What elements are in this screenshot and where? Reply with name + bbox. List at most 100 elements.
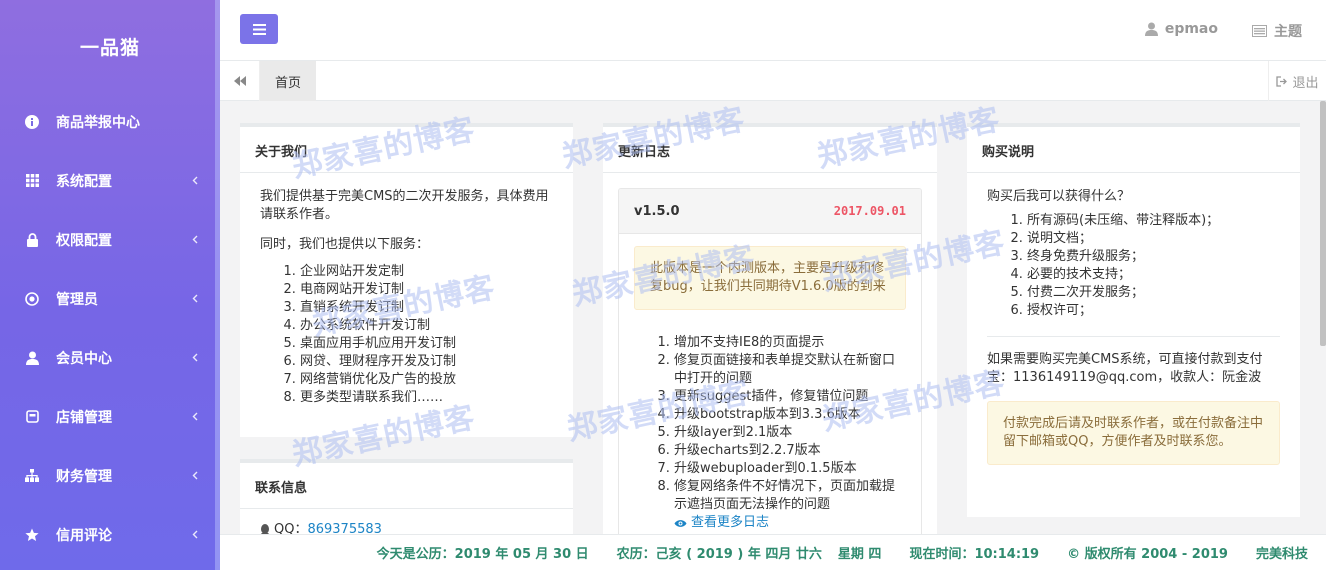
lock-icon xyxy=(25,232,39,247)
list-item: 授权许可； xyxy=(1027,302,1280,320)
hamburger-icon xyxy=(252,23,266,35)
menu-toggle-button[interactable] xyxy=(240,14,278,44)
list-item: 升级echarts到2.2.7版本 xyxy=(674,442,906,460)
more-changelog-label: 查看更多日志 xyxy=(691,515,770,530)
list-item: 必要的技术支持； xyxy=(1027,266,1280,284)
list-item: 所有源码(未压缩、带注释版本)； xyxy=(1027,212,1280,230)
username: epmao xyxy=(1164,21,1218,37)
sidebar-item-permission-config[interactable]: 权限配置 xyxy=(0,210,220,269)
about-intro: 我们提供基于完美CMS的二次开发服务，具体费用请联系作者。 xyxy=(260,189,549,222)
sitemap-icon xyxy=(25,469,39,483)
list-item: 网贷、理财程序开发及订制 xyxy=(300,353,553,371)
list-item: 网络营销优化及广告的投放 xyxy=(300,371,553,389)
sidebar-item-admin[interactable]: 管理员 xyxy=(0,269,220,328)
contact-panel: 联系信息 QQ： 869375583 xyxy=(240,459,573,534)
list-item: 电商网站开发订制 xyxy=(300,281,553,299)
about-panel: 关于我们 我们提供基于完美CMS的二次开发服务，具体费用请联系作者。 同时，我们… xyxy=(240,123,573,437)
purchase-panel: 购买说明 购买后我可以获得什么？ 所有源码(未压缩、带注释版本)； 说明文档； … xyxy=(967,123,1300,517)
qq-label: QQ： xyxy=(274,522,308,534)
sidebar-item-system-config[interactable]: 系统配置 xyxy=(0,151,220,210)
grid-icon xyxy=(25,174,39,188)
footer-copyright: © 版权所有 2004 - 2019 xyxy=(1067,547,1228,562)
qq-icon xyxy=(261,524,269,534)
list-item: 修复网络条件不好情况下，页面加载提示遮挡页面无法操作的问题 xyxy=(674,478,906,514)
footer-lunar-date: 农历：己亥 ( 2019 ) 年 四月 廿六 xyxy=(616,547,822,562)
user-icon xyxy=(1144,22,1158,36)
eye-icon xyxy=(674,519,687,527)
chevron-left-icon xyxy=(190,353,200,363)
sidebar-item-label: 会员中心 xyxy=(56,350,112,367)
chevron-left-icon xyxy=(190,235,200,245)
changelog-header: v1.5.0 2017.09.01 xyxy=(619,189,921,234)
sidebar-item-label: 财务管理 xyxy=(56,468,112,485)
purchase-pay-info: 如果需要购买完美CMS系统，可直接付款到支付宝：1136149119@qq.co… xyxy=(987,352,1263,385)
tab-home[interactable]: 首页 xyxy=(260,61,317,101)
sidebar: 一品猫 商品举报中心 系统配置 权限配置 管理员 会员中心 店铺管理 财务管理 … xyxy=(0,0,220,570)
list-item: 直销系统开发订制 xyxy=(300,299,553,317)
top-header: epmao 主题 xyxy=(220,0,1326,61)
tab-scroll-left-button[interactable] xyxy=(220,61,260,101)
chevron-left-icon xyxy=(190,412,200,422)
sidebar-item-report-center[interactable]: 商品举报中心 xyxy=(0,92,220,151)
changelog-version: v1.5.0 xyxy=(634,203,680,219)
star-icon xyxy=(25,528,39,542)
list-item: 付费二次开发服务； xyxy=(1027,284,1280,302)
changelog-list: 增加不支持IE8的页面提示 修复页面链接和表单提交默认在新窗口中打开的问题 更新… xyxy=(634,334,906,514)
theme-label: 主题 xyxy=(1274,24,1302,40)
backward-icon xyxy=(233,76,246,86)
list-icon xyxy=(1252,25,1267,37)
purchase-body: 购买后我可以获得什么？ 所有源码(未压缩、带注释版本)； 说明文档； 终身免费升… xyxy=(967,173,1300,477)
sidebar-item-label: 管理员 xyxy=(56,291,98,308)
main-content: 关于我们 我们提供基于完美CMS的二次开发服务，具体费用请联系作者。 同时，我们… xyxy=(220,101,1326,534)
about-services-list: 企业网站开发定制 电商网站开发订制 直销系统开发订制 办公系统软件开发订制 桌面… xyxy=(260,263,553,407)
logout-label: 退出 xyxy=(1292,75,1319,91)
list-item: 说明文档； xyxy=(1027,230,1280,248)
target-icon xyxy=(25,291,39,306)
changelog-title: 更新日志 xyxy=(603,127,937,173)
list-item: 终身免费升级服务； xyxy=(1027,248,1280,266)
chevron-left-icon xyxy=(190,530,200,540)
more-changelog-link[interactable]: 查看更多日志 xyxy=(634,514,906,532)
sidebar-item-member-center[interactable]: 会员中心 xyxy=(0,328,220,387)
sidebar-item-label: 信用评论 xyxy=(56,527,112,544)
list-item: 升级layer到2.1版本 xyxy=(674,424,906,442)
changelog-panel: 更新日志 v1.5.0 2017.09.01 此版本是一个内测版本，主要是升级和… xyxy=(603,123,937,534)
list-item: 更新suggest插件，修复错位问题 xyxy=(674,388,906,406)
sidebar-item-credit-review[interactable]: 信用评论 xyxy=(0,505,220,564)
sidebar-item-finance-management[interactable]: 财务管理 xyxy=(0,446,220,505)
sidebar-item-label: 店铺管理 xyxy=(56,409,112,426)
purchase-question: 购买后我可以获得什么？ xyxy=(987,189,1131,204)
divider xyxy=(987,336,1280,337)
sidebar-item-label: 权限配置 xyxy=(56,232,112,249)
list-item: 桌面应用手机应用开发订制 xyxy=(300,335,553,353)
info-icon xyxy=(25,114,39,129)
brand-logo: 一品猫 xyxy=(79,36,140,59)
list-item: 企业网站开发定制 xyxy=(300,263,553,281)
logout-button[interactable]: 退出 xyxy=(1268,61,1326,101)
about-title: 关于我们 xyxy=(240,127,573,173)
list-item: 升级bootstrap版本到3.3.6版本 xyxy=(674,406,906,424)
changelog-box: v1.5.0 2017.09.01 此版本是一个内测版本，主要是升级和修复bug… xyxy=(618,188,922,534)
list-item: 升级webuploader到0.1.5版本 xyxy=(674,460,906,478)
purchase-benefits-list: 所有源码(未压缩、带注释版本)； 说明文档； 终身免费升级服务； 必要的技术支持… xyxy=(987,212,1280,320)
purchase-notice: 付款完成后请及时联系作者，或在付款备注中留下邮箱或QQ，方便作者及时联系您。 xyxy=(987,401,1280,465)
footer: 今天是公历：2019 年 05 月 30 日 农历：己亥 ( 2019 ) 年 … xyxy=(220,534,1326,570)
theme-menu[interactable]: 主题 xyxy=(1252,21,1302,41)
list-item: 更多类型请联系我们…… xyxy=(300,389,553,407)
contact-body: QQ： 869375583 xyxy=(240,509,573,534)
qq-value[interactable]: 869375583 xyxy=(307,521,381,534)
footer-time: 现在时间：10:14:19 xyxy=(909,547,1040,562)
tabs-bar: 首页 退出 xyxy=(220,61,1326,101)
sidebar-item-store-management[interactable]: 店铺管理 xyxy=(0,387,220,446)
list-item: 修复页面链接和表单提交默认在新窗口中打开的问题 xyxy=(674,352,906,388)
store-icon xyxy=(25,410,39,424)
user-menu[interactable]: epmao xyxy=(1144,21,1218,37)
contact-title: 联系信息 xyxy=(240,463,573,509)
about-services-intro: 同时，我们也提供以下服务： xyxy=(260,237,430,252)
user-icon xyxy=(25,351,39,365)
content-scrollbar[interactable] xyxy=(1320,101,1326,346)
changelog-body: 此版本是一个内测版本，主要是升级和修复bug，让我们共同期待V1.6.0版的到来… xyxy=(619,234,921,534)
footer-company: 完美科技 xyxy=(1255,547,1308,562)
purchase-title: 购买说明 xyxy=(967,127,1300,173)
chevron-left-icon xyxy=(190,471,200,481)
